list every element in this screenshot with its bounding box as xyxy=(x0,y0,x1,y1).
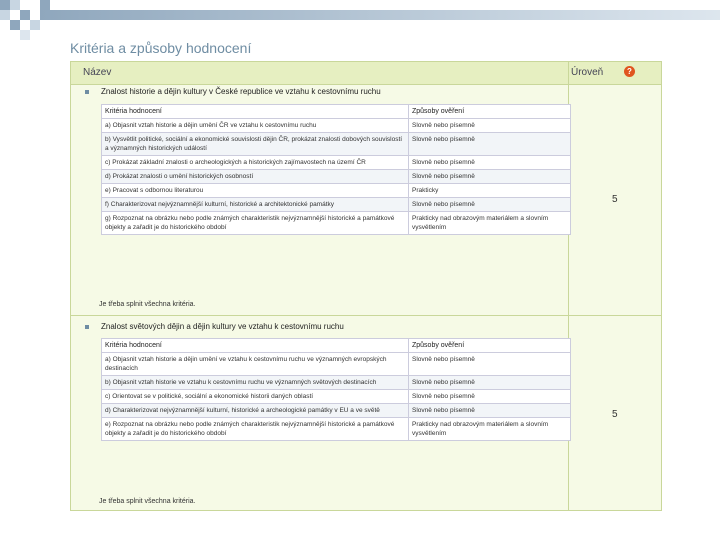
criterion-cell: b) Objasnit vztah historie ve vztahu k c… xyxy=(101,375,409,390)
table-row: c) Prokázat základní znalosti o archeolo… xyxy=(101,155,571,170)
criteria-header: Kritéria hodnocení xyxy=(101,338,409,353)
section-divider xyxy=(71,315,661,316)
method-cell: Prakticky nad obrazovým materiálem a slo… xyxy=(408,211,571,235)
criterion-cell: d) Charakterizovat nejvýznamnější kultur… xyxy=(101,403,409,418)
requirement-note: Je třeba splnit všechna kritéria. xyxy=(99,301,196,308)
criterion-cell: a) Objasnit vztah historie a dějin umění… xyxy=(101,118,409,133)
criterion-cell: f) Charakterizovat nejvýznamnější kultur… xyxy=(101,197,409,212)
criteria-table: Název Úroveň ? Znalost historie a dějin … xyxy=(70,61,662,511)
section-title: Znalost světových dějin a dějin kultury … xyxy=(101,322,344,331)
table-row: c) Orientovat se v politické, sociální a… xyxy=(101,389,571,404)
method-cell: Slovně nebo písemně xyxy=(408,375,571,390)
criterion-cell: e) Pracovat s odbornou literaturou xyxy=(101,183,409,198)
table-row: e) Pracovat s odbornou literaturou Prakti… xyxy=(101,183,571,198)
table-row: d) Charakterizovat nejvýznamnější kultur… xyxy=(101,403,571,418)
level-column-header: Úroveň xyxy=(571,67,604,78)
criteria-subtable: Kritéria hodnocení Způsoby ověření a) Ob… xyxy=(101,338,571,441)
table-row: f) Charakterizovat nejvýznamnější kultur… xyxy=(101,197,571,212)
question-icon[interactable]: ? xyxy=(624,66,635,77)
criteria-subtable: Kritéria hodnocení Způsoby ověření a) Ob… xyxy=(101,104,571,235)
method-cell: Slovně nebo písemně xyxy=(408,118,571,133)
level-value: 5 xyxy=(612,194,618,205)
table-row: b) Vysvětlit politické, sociální a ekono… xyxy=(101,132,571,156)
method-cell: Slovně nebo písemně xyxy=(408,403,571,418)
methods-header: Způsoby ověření xyxy=(408,338,571,353)
table-row: e) Rozpoznat na obrázku nebo podle známý… xyxy=(101,417,571,441)
criterion-cell: c) Prokázat základní znalosti o archeolo… xyxy=(101,155,409,170)
method-cell: Slovně nebo písemně xyxy=(408,352,571,376)
table-row: g) Rozpoznat na obrázku nebo podle známý… xyxy=(101,211,571,235)
method-cell: Slovně nebo písemně xyxy=(408,389,571,404)
table-row: d) Prokázat znalosti o umění historickýc… xyxy=(101,169,571,184)
criterion-cell: b) Vysvětlit politické, sociální a ekono… xyxy=(101,132,409,156)
criterion-cell: d) Prokázat znalosti o umění historickýc… xyxy=(101,169,409,184)
criterion-cell: e) Rozpoznat na obrázku nebo podle známý… xyxy=(101,417,409,441)
methods-header: Způsoby ověření xyxy=(408,104,571,119)
table-row: a) Objasnit vztah historie a dějin umění… xyxy=(101,118,571,133)
table-row: b) Objasnit vztah historie ve vztahu k c… xyxy=(101,375,571,390)
criterion-cell: g) Rozpoznat na obrázku nebo podle známý… xyxy=(101,211,409,235)
method-cell: Slovně nebo písemně xyxy=(408,132,571,156)
bullet-icon xyxy=(85,325,89,329)
requirement-note: Je třeba splnit všechna kritéria. xyxy=(99,498,196,505)
section-title: Znalost historie a dějin kultury v České… xyxy=(101,87,381,96)
page-title: Kritéria a způsoby hodnocení xyxy=(70,40,252,56)
method-cell: Prakticky xyxy=(408,183,571,198)
method-cell: Slovně nebo písemně xyxy=(408,169,571,184)
bullet-icon xyxy=(85,90,89,94)
name-column-header: Název xyxy=(83,67,112,78)
method-cell: Slovně nebo písemně xyxy=(408,197,571,212)
table-row: a) Objasnit vztah historie a dějin umění… xyxy=(101,352,571,376)
level-value: 5 xyxy=(612,409,618,420)
method-cell: Prakticky nad obrazovým materiálem a slo… xyxy=(408,417,571,441)
criterion-cell: a) Objasnit vztah historie a dějin umění… xyxy=(101,352,409,376)
criteria-header: Kritéria hodnocení xyxy=(101,104,409,119)
method-cell: Slovně nebo písemně xyxy=(408,155,571,170)
criterion-cell: c) Orientovat se v politické, sociální a… xyxy=(101,389,409,404)
table-header: Název Úroveň ? xyxy=(71,62,661,85)
